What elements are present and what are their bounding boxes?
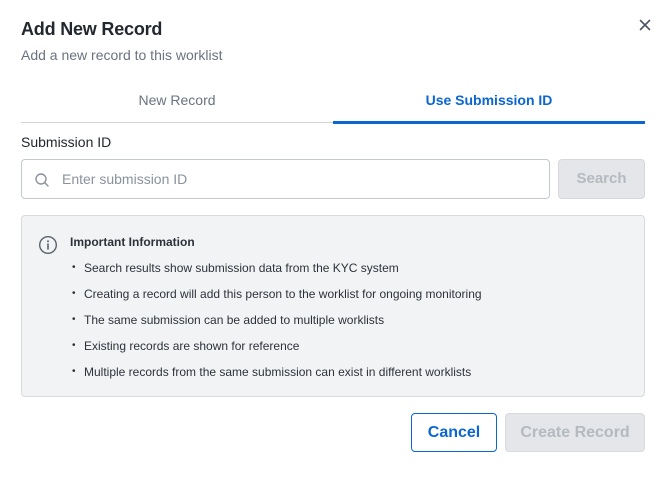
list-item: • Existing records are shown for referenc… xyxy=(70,338,482,364)
submission-id-label: Submission ID xyxy=(21,134,112,150)
info-item-text: Search results show submission data from… xyxy=(84,261,399,275)
list-item: • The same submission can be added to mul… xyxy=(70,312,482,338)
cancel-button[interactable]: Cancel xyxy=(411,413,497,452)
info-list: • Search results show submission data fro… xyxy=(70,260,482,390)
create-record-button[interactable]: Create Record xyxy=(505,413,645,452)
dialog-subtitle: Add a new record to this worklist xyxy=(21,47,223,63)
submission-id-input-wrapper xyxy=(21,159,550,199)
dialog-title: Add New Record xyxy=(21,19,163,39)
record-mode-tabs: New Record Use Submission ID xyxy=(21,84,645,124)
bullet-icon: • xyxy=(72,262,76,273)
info-icon xyxy=(38,235,58,255)
add-record-dialog: Add New Record Add a new record to this … xyxy=(0,0,667,477)
tab-new-record[interactable]: New Record xyxy=(21,84,333,122)
bullet-icon: • xyxy=(72,340,76,351)
info-item-text: Creating a record will add this person t… xyxy=(84,287,482,301)
search-button[interactable]: Search xyxy=(558,159,645,199)
list-item: • Multiple records from the same submissi… xyxy=(70,364,482,390)
close-button[interactable] xyxy=(636,16,654,34)
bullet-icon: • xyxy=(72,288,76,299)
important-info-panel: Important Information • Search results sh… xyxy=(21,215,645,397)
close-icon xyxy=(639,19,651,31)
bullet-icon: • xyxy=(72,366,76,377)
submission-id-input[interactable] xyxy=(62,160,542,198)
info-heading: Important Information xyxy=(70,235,195,249)
info-item-text: The same submission can be added to mult… xyxy=(84,313,385,327)
search-icon xyxy=(35,173,49,187)
info-item-text: Existing records are shown for reference xyxy=(84,339,300,353)
tab-use-submission-id[interactable]: Use Submission ID xyxy=(333,84,645,124)
list-item: • Creating a record will add this person … xyxy=(70,286,482,312)
list-item: • Search results show submission data fro… xyxy=(70,260,482,286)
info-item-text: Multiple records from the same submissio… xyxy=(84,365,472,379)
bullet-icon: • xyxy=(72,314,76,325)
